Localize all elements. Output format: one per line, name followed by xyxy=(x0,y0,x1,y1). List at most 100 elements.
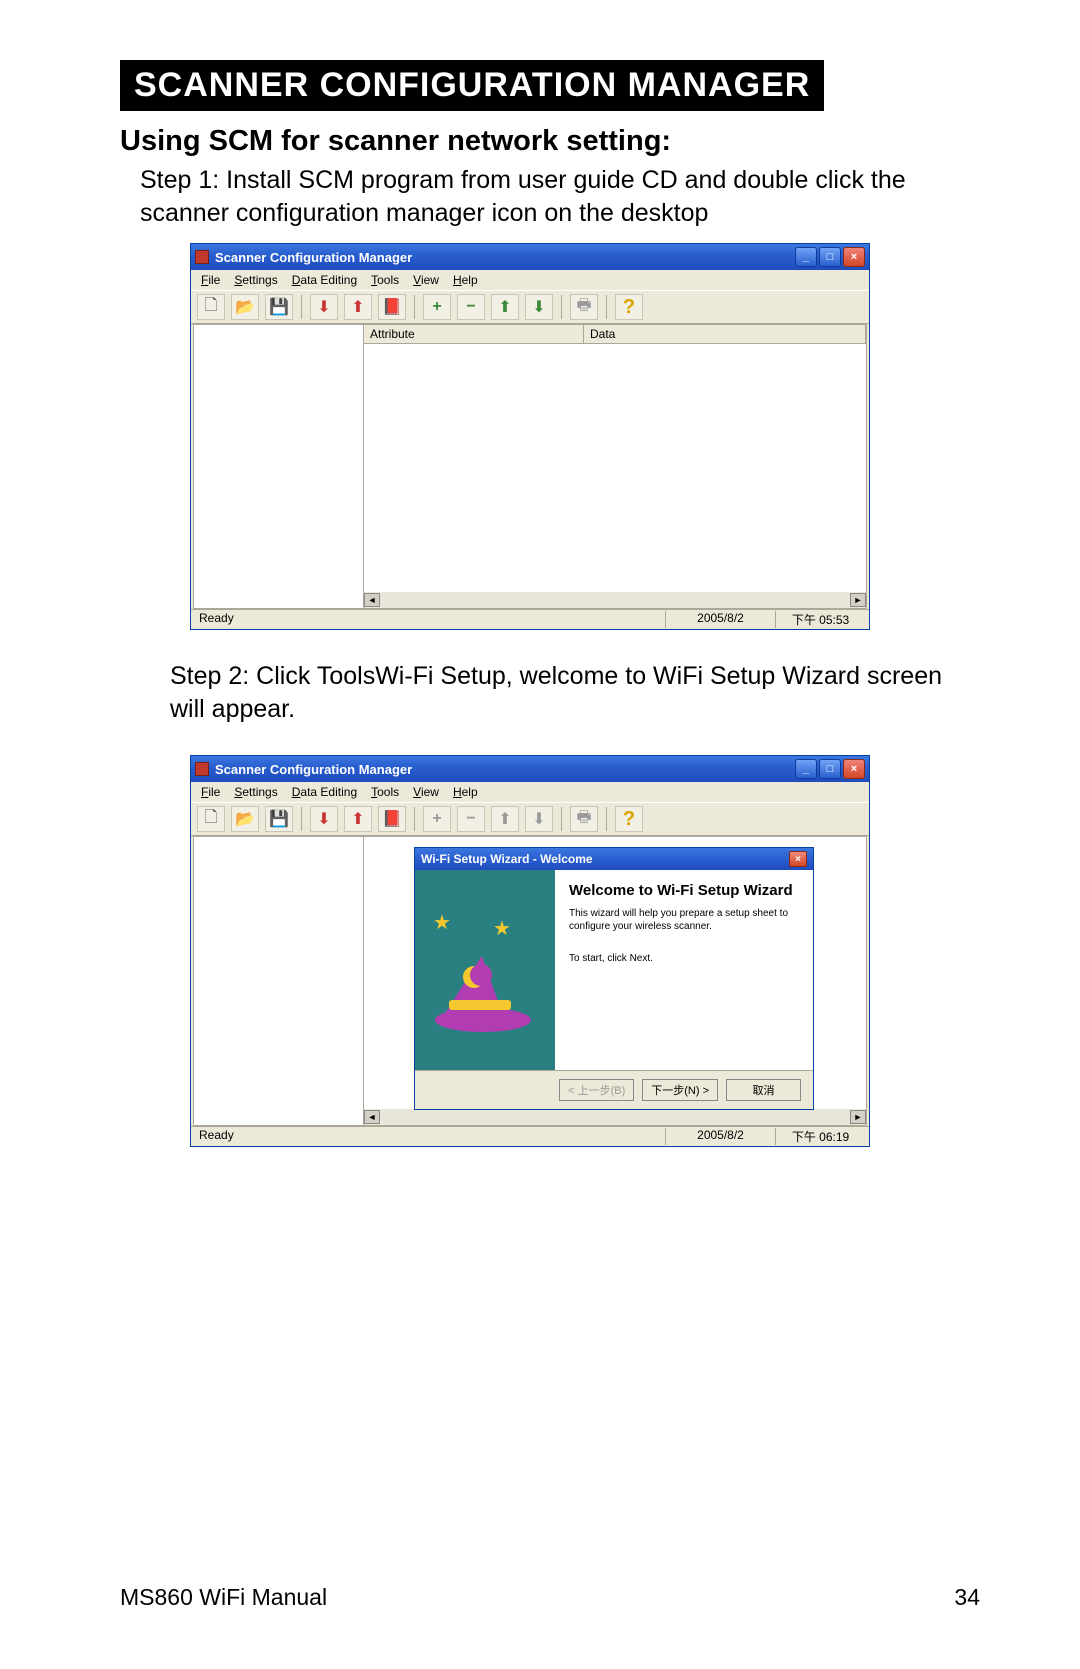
new-icon[interactable]: 🗋 xyxy=(197,294,225,320)
wizard-body: Welcome to Wi-Fi Setup Wizard This wizar… xyxy=(415,870,813,1070)
close-button[interactable]: × xyxy=(843,759,865,779)
toolbar-divider xyxy=(301,295,302,319)
page-title-banner: SCANNER CONFIGURATION MANAGER xyxy=(120,60,824,111)
toolbar-divider xyxy=(606,295,607,319)
new-icon[interactable]: 🗋 xyxy=(197,806,225,832)
menu-view[interactable]: View xyxy=(407,784,445,800)
toolbar-divider xyxy=(301,807,302,831)
open-icon[interactable]: 📂 xyxy=(231,806,259,832)
menu-help[interactable]: Help xyxy=(447,784,484,800)
book-icon[interactable]: 📕 xyxy=(378,294,406,320)
app-icon xyxy=(195,762,209,776)
titlebar[interactable]: Scanner Configuration Manager _ □ × xyxy=(191,244,869,270)
toolbar: 🗋 📂 💾 ⬇ ⬆ 📕 + − ⬆ ⬇ 🖶 ? xyxy=(191,290,869,324)
maximize-button[interactable]: □ xyxy=(819,247,841,267)
menu-settings[interactable]: Settings xyxy=(228,272,283,288)
download-icon[interactable]: ⬇ xyxy=(310,806,338,832)
up-arrow-icon[interactable]: ⬆ xyxy=(491,294,519,320)
menu-tools[interactable]: Tools xyxy=(365,784,405,800)
menu-help[interactable]: Help xyxy=(447,272,484,288)
menu-dataediting[interactable]: Data Editing xyxy=(286,272,363,288)
tree-pane[interactable] xyxy=(194,837,364,1125)
plus-icon[interactable]: + xyxy=(423,806,451,832)
book-icon[interactable]: 📕 xyxy=(378,806,406,832)
down-arrow-icon[interactable]: ⬇ xyxy=(525,806,553,832)
grid-header: Attribute Data xyxy=(364,325,866,344)
star-icon xyxy=(433,910,451,928)
menu-file[interactable]: File xyxy=(195,784,226,800)
toolbar-divider xyxy=(414,807,415,831)
help-icon[interactable]: ? xyxy=(615,294,643,320)
wizard-start-hint: To start, click Next. xyxy=(569,953,799,964)
plus-icon[interactable]: + xyxy=(423,294,451,320)
wizard-title: Wi-Fi Setup Wizard - Welcome xyxy=(421,852,593,866)
wizard-description: This wizard will help you prepare a setu… xyxy=(569,907,799,933)
toolbar-divider xyxy=(561,807,562,831)
wizard-back-button[interactable]: < 上一步(B) xyxy=(559,1079,634,1101)
down-arrow-icon[interactable]: ⬇ xyxy=(525,294,553,320)
scroll-right-icon[interactable]: ► xyxy=(850,1110,866,1124)
up-arrow-icon[interactable]: ⬆ xyxy=(491,806,519,832)
wizard-sidebar-image xyxy=(415,870,555,1070)
scroll-left-icon[interactable]: ◄ xyxy=(364,1110,380,1124)
menu-dataediting[interactable]: Data Editing xyxy=(286,784,363,800)
status-time: 下午 06:19 xyxy=(775,1128,865,1145)
horizontal-scrollbar[interactable]: ◄ ► xyxy=(364,1109,866,1125)
status-date: 2005/8/2 xyxy=(665,611,775,628)
close-button[interactable]: × xyxy=(843,247,865,267)
titlebar[interactable]: Scanner Configuration Manager _ □ × xyxy=(191,756,869,782)
tree-pane[interactable] xyxy=(194,325,364,608)
wizard-cancel-button[interactable]: 取消 xyxy=(726,1079,801,1101)
wizard-content: Welcome to Wi-Fi Setup Wizard This wizar… xyxy=(555,870,813,1070)
wifi-wizard-dialog: Wi-Fi Setup Wizard - Welcome × xyxy=(414,847,814,1110)
page-footer: MS860 WiFi Manual 34 xyxy=(120,1584,980,1611)
wizard-button-row: < 上一步(B) 下一步(N) > 取消 xyxy=(415,1070,813,1109)
menu-view[interactable]: View xyxy=(407,272,445,288)
app-icon xyxy=(195,250,209,264)
col-data[interactable]: Data xyxy=(584,325,866,343)
wizard-titlebar[interactable]: Wi-Fi Setup Wizard - Welcome × xyxy=(415,848,813,870)
grid-body[interactable]: Wi-Fi Setup Wizard - Welcome × xyxy=(364,837,866,1109)
toolbar-divider xyxy=(414,295,415,319)
scroll-track[interactable] xyxy=(380,1110,850,1124)
menu-tools[interactable]: Tools xyxy=(365,272,405,288)
scm-window-2: Scanner Configuration Manager _ □ × File… xyxy=(190,755,870,1147)
upload-icon[interactable]: ⬆ xyxy=(344,806,372,832)
wizard-close-button[interactable]: × xyxy=(789,851,807,867)
save-icon[interactable]: 💾 xyxy=(265,294,293,320)
upload-icon[interactable]: ⬆ xyxy=(344,294,372,320)
scroll-left-icon[interactable]: ◄ xyxy=(364,593,380,607)
help-icon[interactable]: ? xyxy=(615,806,643,832)
scm-body: Wi-Fi Setup Wizard - Welcome × xyxy=(193,836,867,1126)
menubar[interactable]: File Settings Data Editing Tools View He… xyxy=(191,782,869,802)
toolbar: 🗋 📂 💾 ⬇ ⬆ 📕 + − ⬆ ⬇ 🖶 ? xyxy=(191,802,869,836)
minus-icon[interactable]: − xyxy=(457,294,485,320)
print-icon[interactable]: 🖶 xyxy=(570,806,598,832)
window-title: Scanner Configuration Manager xyxy=(215,762,412,777)
status-time: 下午 05:53 xyxy=(775,611,865,628)
wizard-next-button[interactable]: 下一步(N) > xyxy=(642,1079,718,1101)
step2-text: Step 2: Click ToolsWi-Fi Setup, welcome … xyxy=(170,660,980,725)
maximize-button[interactable]: □ xyxy=(819,759,841,779)
print-icon[interactable]: 🖶 xyxy=(570,294,598,320)
col-attribute[interactable]: Attribute xyxy=(364,325,584,343)
download-icon[interactable]: ⬇ xyxy=(310,294,338,320)
menu-file[interactable]: File xyxy=(195,272,226,288)
minus-icon[interactable]: − xyxy=(457,806,485,832)
wizard-heading: Welcome to Wi-Fi Setup Wizard xyxy=(569,882,799,899)
minimize-button[interactable]: _ xyxy=(795,759,817,779)
horizontal-scrollbar[interactable]: ◄ ► xyxy=(364,592,866,608)
figure-2: Scanner Configuration Manager _ □ × File… xyxy=(190,755,980,1147)
scroll-right-icon[interactable]: ► xyxy=(850,593,866,607)
save-icon[interactable]: 💾 xyxy=(265,806,293,832)
star-icon xyxy=(493,916,511,934)
footer-page-number: 34 xyxy=(954,1584,980,1611)
scroll-track[interactable] xyxy=(380,593,850,607)
grid-pane: Wi-Fi Setup Wizard - Welcome × xyxy=(364,837,866,1125)
menu-settings[interactable]: Settings xyxy=(228,784,283,800)
grid-body[interactable] xyxy=(364,344,866,592)
menubar[interactable]: File Settings Data Editing Tools View He… xyxy=(191,270,869,290)
statusbar: Ready 2005/8/2 下午 06:19 xyxy=(191,1126,869,1146)
open-icon[interactable]: 📂 xyxy=(231,294,259,320)
minimize-button[interactable]: _ xyxy=(795,247,817,267)
